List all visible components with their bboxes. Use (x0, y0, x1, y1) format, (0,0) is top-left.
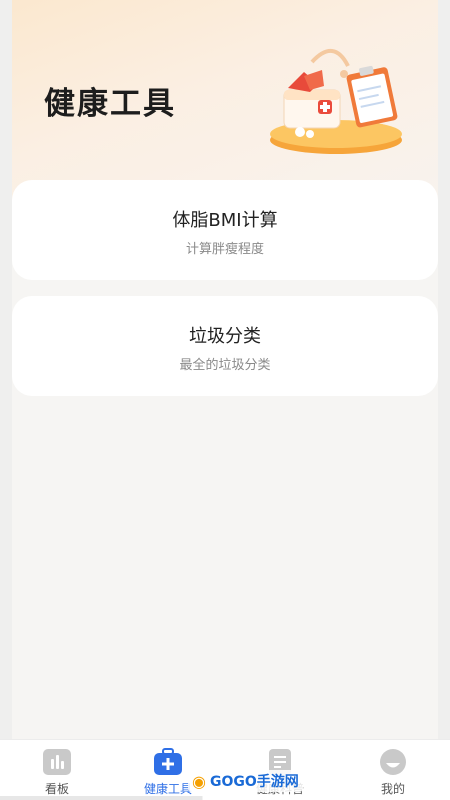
bmi-calculator-card[interactable]: 体脂BMI计算 计算胖瘦程度 (12, 180, 438, 280)
medical-illustration-icon (270, 49, 402, 154)
tab-mine[interactable]: 我的 (348, 746, 438, 800)
home-indicator (0, 796, 450, 800)
watermark-logo-icon: ◉ (192, 771, 206, 791)
profile-icon (380, 749, 406, 775)
bmi-card-title: 体脂BMI计算 (172, 210, 278, 231)
watermark-text: GOGO手游网 (209, 774, 299, 790)
medical-kit-icon (154, 748, 182, 775)
tab-mine-label: 我的 (380, 782, 405, 796)
tab-board-label: 看板 (44, 782, 69, 796)
site-watermark: ◉ GOGO手游网 (188, 770, 303, 792)
left-gutter (0, 0, 12, 740)
garbage-card-subtitle: 最全的垃圾分类 (179, 358, 271, 373)
bmi-card-subtitle: 计算胖瘦程度 (185, 242, 264, 257)
right-gutter (438, 0, 450, 740)
bar-chart-icon (43, 749, 71, 775)
garbage-card-title: 垃圾分类 (189, 326, 261, 347)
page-title: 健康工具 (44, 86, 176, 122)
tab-board[interactable]: 看板 (12, 746, 102, 800)
garbage-classification-card[interactable]: 垃圾分类 最全的垃圾分类 (12, 296, 438, 396)
health-tools-page: 健康工具 体脂BMI计算 计算胖瘦程度 垃圾分类 最全的垃圾分类 看板 健康工具… (0, 0, 450, 800)
